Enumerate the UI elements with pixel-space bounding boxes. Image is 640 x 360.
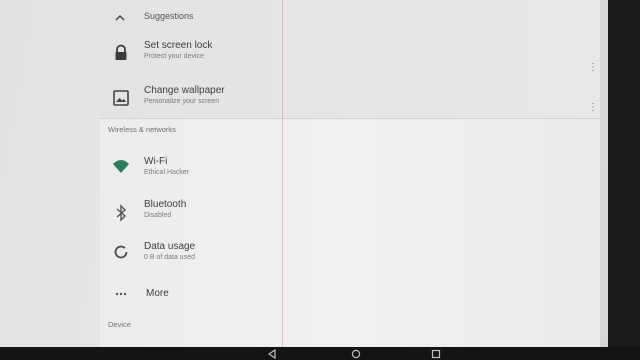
device-bezel — [608, 0, 640, 347]
more-vert-icon[interactable]: ⋮ — [588, 101, 598, 115]
section-header-device: Device — [108, 320, 131, 329]
screen: Suggestions Set screen lock Protect your… — [0, 0, 608, 347]
more-horiz-icon — [110, 283, 132, 305]
lock-icon — [110, 42, 132, 64]
recents-icon[interactable] — [430, 349, 442, 359]
item-title: Bluetooth — [144, 199, 187, 210]
bluetooth-icon — [110, 202, 132, 224]
section-header-wireless: Wireless & networks — [108, 125, 176, 134]
suggestion-screen-lock[interactable]: Set screen lock Protect your device ⋮ — [100, 40, 600, 73]
suggestion-subtitle: Personalize your screen — [144, 98, 220, 105]
settings-item-wifi[interactable]: Wi-Fi Ethical Hacker — [100, 156, 600, 184]
settings-item-data-usage[interactable]: Data usage 0 B of data used — [100, 241, 600, 269]
data-usage-icon — [110, 241, 132, 263]
suggestion-subtitle: Protect your device — [144, 53, 204, 60]
suggestion-wallpaper[interactable]: Change wallpaper Personalize your screen… — [100, 85, 600, 115]
item-title: More — [146, 288, 169, 299]
item-subtitle: Ethical Hacker — [144, 169, 190, 176]
chevron-up-icon[interactable] — [114, 10, 126, 21]
item-subtitle: Disabled — [144, 212, 172, 219]
suggestions-card: Suggestions Set screen lock Protect your… — [100, 0, 600, 119]
suggestion-title: Set screen lock — [144, 40, 213, 51]
suggestion-title: Change wallpaper — [144, 85, 225, 96]
item-title: Data usage — [144, 241, 196, 252]
suggestions-header: Suggestions — [144, 11, 194, 21]
settings-item-more[interactable]: More — [100, 287, 600, 303]
item-subtitle: 0 B of data used — [144, 254, 195, 261]
settings-item-bluetooth[interactable]: Bluetooth Disabled — [100, 199, 600, 227]
back-icon[interactable] — [266, 349, 278, 359]
more-vert-icon[interactable]: ⋮ — [588, 61, 598, 75]
home-icon[interactable] — [350, 349, 362, 359]
item-title: Wi-Fi — [144, 156, 168, 167]
wifi-icon — [110, 156, 132, 178]
display-artifact-line — [282, 0, 283, 347]
settings-panel: Suggestions Set screen lock Protect your… — [100, 0, 600, 347]
wallpaper-icon — [110, 87, 132, 109]
navigation-bar — [0, 347, 640, 360]
